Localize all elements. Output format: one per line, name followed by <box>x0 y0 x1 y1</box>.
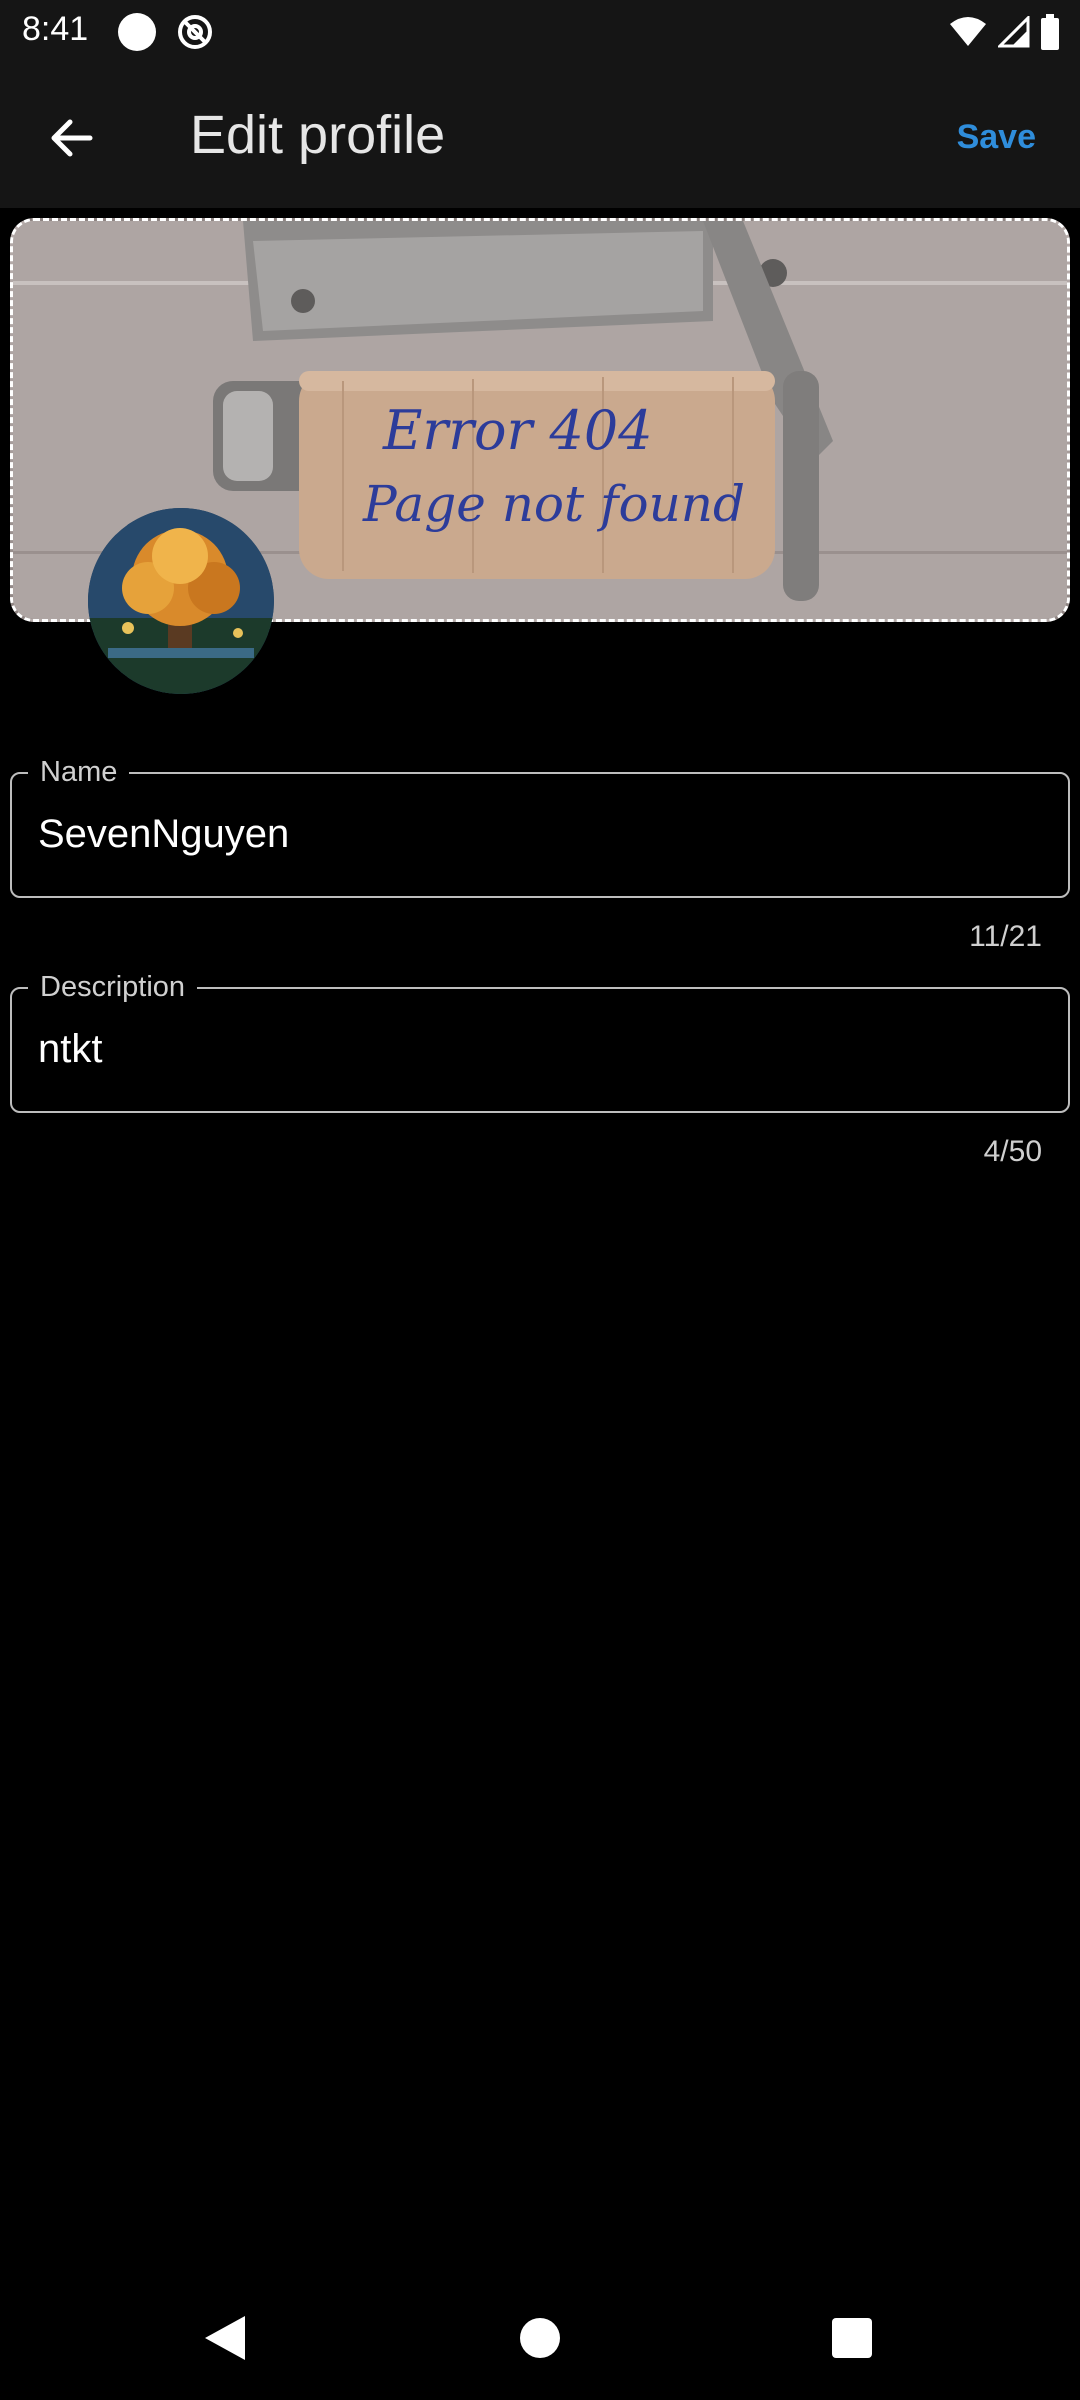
name-char-counter: 11/21 <box>969 920 1042 953</box>
battery-icon <box>1041 14 1059 50</box>
page-title: Edit profile <box>190 105 446 165</box>
wifi-icon <box>950 17 986 46</box>
description-field-label: Description <box>28 967 198 1007</box>
nav-home-icon[interactable] <box>512 2310 568 2366</box>
name-field-label: Name <box>28 752 130 792</box>
system-nav-bar <box>0 2274 1080 2400</box>
signal-icon <box>998 16 1030 48</box>
cover-handwriting-line1: Error 404 <box>382 399 653 462</box>
status-icons <box>948 12 1060 52</box>
nav-back-icon[interactable] <box>197 2310 253 2366</box>
app-bar: Edit profile Save <box>0 64 1080 208</box>
status-bar: 8:41 <box>0 0 1080 64</box>
cover-handwriting-line2: Page not found <box>362 475 745 533</box>
name-field[interactable]: Name SevenNguyen <box>10 752 1070 898</box>
description-input[interactable]: ntkt <box>38 1027 1038 1072</box>
save-button[interactable]: Save <box>957 118 1036 157</box>
name-input[interactable]: SevenNguyen <box>38 812 1038 857</box>
arrow-back-icon <box>51 119 93 157</box>
back-button[interactable] <box>36 102 108 174</box>
status-time: 8:41 <box>22 10 89 48</box>
description-char-counter: 4/50 <box>983 1135 1042 1168</box>
description-field[interactable]: Description ntkt <box>10 967 1070 1113</box>
nav-recents-icon[interactable] <box>824 2310 880 2366</box>
circle-icon <box>118 13 156 51</box>
do-not-disturb-icon <box>178 15 212 49</box>
avatar[interactable] <box>88 508 274 694</box>
